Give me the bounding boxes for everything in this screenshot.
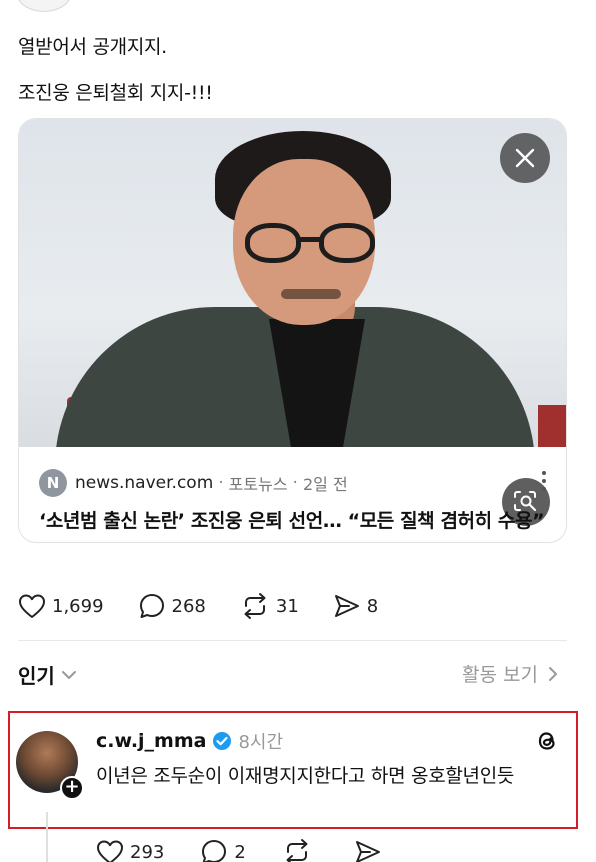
link-preview-card[interactable]: N news.naver.com · 포토뉴스 · 2일 전 ‘소년범 출신 논… [18, 118, 567, 543]
share-count: 8 [366, 595, 379, 617]
heart-icon [97, 840, 123, 862]
post-text-line-1: 열받어서 공개지지. [18, 36, 167, 58]
reply-like-count: 293 [130, 841, 165, 862]
reply-repost-button[interactable] [282, 838, 318, 862]
reply-like-button[interactable]: 293 [96, 839, 164, 862]
reply-header: c.w.j_mma 8시간 [96, 728, 283, 754]
source-separator: · [218, 473, 224, 493]
sort-dropdown[interactable]: 인기 [18, 660, 77, 689]
reply-text: 이년은 조두순이 이재명지지한다고 하면 옹호할년인듯 [96, 765, 515, 787]
comment-icon [202, 840, 227, 862]
sort-label: 인기 [18, 664, 55, 688]
chevron-down-icon [61, 670, 76, 679]
comment-button[interactable]: 268 [138, 592, 206, 620]
reply-comment-button[interactable]: 2 [200, 838, 246, 862]
follow-plus-icon[interactable]: + [60, 776, 84, 800]
activity-label: 활동 보기 [462, 664, 538, 686]
naver-logo-icon: N [39, 469, 67, 497]
link-title[interactable]: ‘소년범 출신 논란’ 조진웅 은퇴 선언… “모든 질책 겸허히 수용” [39, 507, 549, 535]
repost-count: 31 [275, 595, 299, 617]
reply-time: 8시간 [238, 732, 284, 753]
source-time: 2일 전 [302, 475, 348, 494]
comment-count: 268 [171, 595, 206, 617]
close-icon[interactable] [500, 133, 550, 183]
like-button[interactable]: 1,699 [18, 593, 104, 619]
repost-button[interactable]: 31 [240, 592, 299, 620]
send-icon [355, 841, 380, 862]
news-photo [19, 119, 566, 447]
thread-connector-line [46, 812, 48, 862]
source-separator-2: · [292, 473, 298, 493]
repost-icon [244, 593, 266, 619]
send-icon [334, 595, 359, 617]
post-action-bar: 1,699 268 31 8 [18, 592, 412, 620]
author-avatar[interactable] [16, 0, 72, 12]
heart-icon [19, 594, 45, 618]
comment-icon [139, 594, 164, 618]
reply-username[interactable]: c.w.j_mma [96, 730, 206, 752]
view-activity-link[interactable]: 활동 보기 [462, 660, 558, 687]
chevron-right-icon [549, 666, 557, 681]
divider [18, 640, 567, 641]
threads-logo-icon [538, 732, 555, 750]
more-options-icon[interactable] [542, 471, 546, 491]
like-count: 1,699 [52, 595, 104, 617]
verified-badge-icon [213, 732, 232, 750]
link-source: N news.naver.com · 포토뉴스 · 2일 전 [39, 469, 348, 497]
share-button[interactable]: 8 [333, 593, 378, 619]
post-text-line-2: 조진웅 은퇴철회 지지-!!! [18, 82, 213, 104]
repost-icon [286, 839, 308, 862]
reply-action-bar: 293 2 [96, 838, 424, 862]
source-category: 포토뉴스 [228, 475, 288, 494]
reply-comment-count: 2 [234, 841, 246, 862]
source-domain: news.naver.com [75, 473, 214, 493]
reply-share-button[interactable] [354, 839, 388, 862]
